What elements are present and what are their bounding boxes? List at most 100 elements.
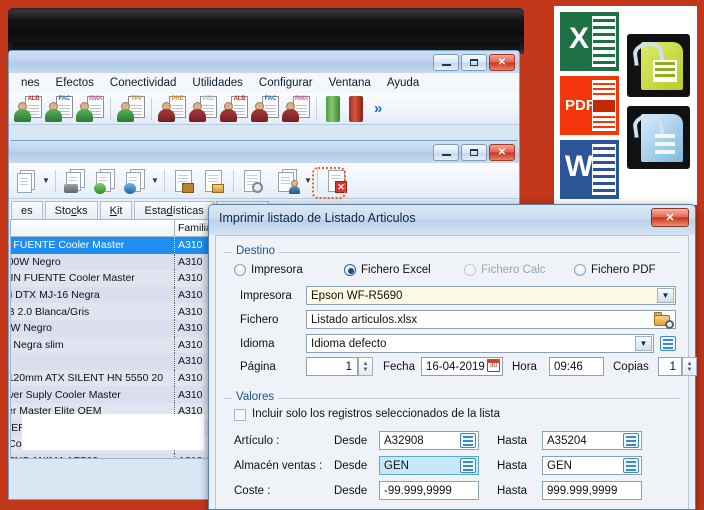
word-icon[interactable]: W bbox=[560, 140, 619, 199]
tab-stocks[interactable]: Sto c ks bbox=[44, 201, 98, 219]
foreground-window-titlebar[interactable]: ✕ bbox=[9, 141, 519, 163]
doc-refresh-green-icon[interactable] bbox=[91, 167, 119, 195]
table-row[interactable]: 5 500W NegroA310 bbox=[11, 253, 212, 271]
stepper-down-icon[interactable]: ▼ bbox=[687, 367, 693, 373]
table-row[interactable]: an 120mm ATX SILENT HN 5550 20 A310 bbox=[11, 369, 212, 387]
radio-fichero-calc: Fichero Calc bbox=[464, 264, 546, 276]
minimize-button[interactable] bbox=[433, 54, 459, 71]
radio-button-icon bbox=[234, 264, 246, 276]
libreoffice-calc-icon[interactable] bbox=[627, 34, 690, 97]
toolbar-icon-alb-green[interactable]: ALB bbox=[13, 95, 43, 123]
menu-item-efectos[interactable]: Efectos bbox=[48, 77, 102, 89]
print-preview-icon[interactable] bbox=[61, 167, 89, 195]
blue-arrow-badge bbox=[124, 182, 136, 194]
coste-hasta-input[interactable]: 999.999,9999 bbox=[542, 481, 642, 500]
table-row[interactable]: ACENS ANIMA AP500A310 bbox=[11, 452, 212, 458]
toolbar-icon-ped-red[interactable]: PED bbox=[188, 95, 218, 123]
impresora-value: Epson WF-R5690 bbox=[311, 289, 403, 302]
excel-icon[interactable]: X bbox=[560, 12, 619, 71]
menu-item-ayuda[interactable]: Ayuda bbox=[379, 77, 427, 89]
copias-stepper[interactable]: ▲ ▼ bbox=[682, 357, 697, 376]
red-binder-icon[interactable] bbox=[349, 95, 363, 122]
browse-folder-icon[interactable] bbox=[654, 312, 674, 329]
table-row[interactable]: SIN FUENTE Cooler MasterA310 bbox=[11, 237, 212, 254]
doc-attach-icon[interactable] bbox=[239, 167, 267, 195]
tab-es[interactable]: es bbox=[11, 201, 43, 219]
tab-estadisticas[interactable]: Esta d ísticas bbox=[134, 201, 214, 219]
tab-label-post: it bbox=[116, 204, 123, 217]
idioma-select[interactable]: Idioma defecto ▼ bbox=[306, 334, 654, 353]
dialog-close-button[interactable]: ✕ bbox=[651, 208, 689, 227]
menu-item-nes[interactable]: nes bbox=[13, 77, 48, 89]
toolbar-icon-pre-red[interactable]: PRE bbox=[157, 95, 187, 123]
menu-item-configurar[interactable]: Configurar bbox=[251, 77, 321, 89]
dropdown-arrow-icon[interactable]: ▼ bbox=[41, 171, 51, 191]
almacen-hasta-picker-button[interactable] bbox=[623, 458, 639, 473]
table-row[interactable]: U SIN FUENTE Cooler MasterA310 bbox=[11, 270, 212, 287]
chevron-down-icon[interactable]: ▼ bbox=[657, 288, 674, 303]
toolbar-icon-rma-green[interactable]: RMA bbox=[75, 95, 105, 123]
background-window-titlebar[interactable]: ✕ bbox=[9, 51, 519, 73]
table-row[interactable]: 339 Negra slimA310 bbox=[11, 336, 212, 354]
idioma-picker-button[interactable] bbox=[660, 336, 676, 351]
dialog-titlebar[interactable]: Imprimir listado de Listado Articulos ✕ bbox=[209, 205, 695, 235]
table-row[interactable]: Power Suply Cooler MasterA310 bbox=[11, 386, 212, 403]
pagina-input[interactable]: 1 bbox=[306, 357, 358, 376]
maximize-button[interactable] bbox=[461, 144, 487, 161]
tab-label-pre: Sto bbox=[54, 204, 72, 217]
person-body-icon bbox=[251, 108, 268, 122]
libreoffice-writer-icon[interactable] bbox=[627, 106, 690, 169]
close-button[interactable]: ✕ bbox=[489, 54, 515, 71]
icon-tag: FAC bbox=[264, 95, 277, 102]
doc-folder-icon[interactable] bbox=[200, 167, 228, 195]
pagina-stepper[interactable]: ▲ ▼ bbox=[358, 357, 373, 376]
word-letter: W bbox=[564, 150, 594, 183]
close-button[interactable]: ✕ bbox=[489, 144, 515, 161]
doc-refresh-blue-icon[interactable] bbox=[121, 167, 149, 195]
print-list-user-icon[interactable] bbox=[274, 167, 302, 195]
stepper-down-icon[interactable]: ▼ bbox=[363, 367, 369, 373]
green-binder-icon[interactable] bbox=[326, 95, 340, 122]
person-head-icon bbox=[291, 179, 298, 187]
articulo-hasta-picker-button[interactable] bbox=[623, 433, 639, 448]
table-row[interactable]: 500W NegroA310 bbox=[11, 319, 212, 337]
hora-input[interactable]: 09:46 bbox=[549, 357, 604, 376]
menu-item-ventana[interactable]: Ventana bbox=[321, 77, 379, 89]
table-row[interactable]: gA310 bbox=[11, 353, 212, 370]
minimize-button[interactable] bbox=[433, 144, 459, 161]
dropdown-arrow-icon[interactable]: ▼ bbox=[150, 171, 160, 191]
toolbar-separator bbox=[55, 169, 56, 192]
calendar-icon[interactable]: 30 bbox=[487, 359, 500, 372]
toolbar-icon-fac-green[interactable]: FAC bbox=[44, 95, 74, 123]
radio-impresora[interactable]: Impresora bbox=[234, 264, 303, 276]
doc-archive-icon[interactable] bbox=[170, 167, 198, 195]
pdf-icon[interactable]: PDF bbox=[560, 76, 619, 135]
toolbar-icon-fac-red[interactable]: FAC bbox=[250, 95, 280, 123]
table-row[interactable]: USB 2.0 Blanca/GrisA310 bbox=[11, 303, 212, 320]
radio-label: Fichero Calc bbox=[481, 264, 546, 276]
impresora-select[interactable]: Epson WF-R5690 ▼ bbox=[306, 286, 676, 305]
fichero-input[interactable]: Listado articulos.xlsx bbox=[306, 310, 676, 329]
green-arrow-badge bbox=[94, 182, 106, 194]
chevron-down-icon[interactable]: ▼ bbox=[635, 336, 652, 351]
table-row[interactable]: Mini DTX MJ-16 NegraA310 bbox=[11, 286, 212, 304]
coste-desde-input[interactable]: -99.999,9999 bbox=[379, 481, 479, 500]
menu-item-utilidades[interactable]: Utilidades bbox=[184, 77, 251, 89]
radio-fichero-pdf[interactable]: Fichero PDF bbox=[574, 264, 656, 276]
maximize-button[interactable] bbox=[461, 54, 487, 71]
menu-item-conectividad[interactable]: Conectividad bbox=[102, 77, 184, 89]
person-body-icon bbox=[220, 108, 237, 122]
incluir-seleccionados-checkbox[interactable] bbox=[234, 409, 246, 421]
articles-grid[interactable]: Familia SIN FUENTE Cooler MasterA3105 50… bbox=[10, 219, 213, 459]
toolbar-icon-tpv-green[interactable]: TPV bbox=[116, 95, 146, 123]
radio-fichero-excel[interactable]: Fichero Excel bbox=[344, 264, 431, 276]
toolbar-icon-rma-red[interactable]: RMA bbox=[281, 95, 311, 123]
almacen-desde-picker-button[interactable] bbox=[460, 458, 476, 473]
toolbar-icon-alb-red[interactable]: ALB bbox=[219, 95, 249, 123]
tab-kit[interactable]: Kit bbox=[99, 201, 133, 219]
toolbar-overflow-chevron-icon[interactable]: » bbox=[374, 100, 382, 117]
copias-input[interactable]: 1 bbox=[658, 357, 682, 376]
doc-stack-icon[interactable] bbox=[12, 167, 40, 195]
articulo-desde-picker-button[interactable] bbox=[460, 433, 476, 448]
foreground-toolbar: ▼ ▼ ▼ ✕ bbox=[9, 163, 519, 199]
